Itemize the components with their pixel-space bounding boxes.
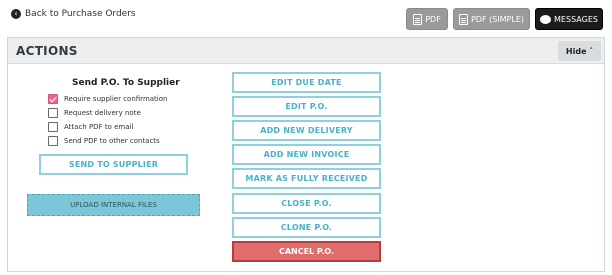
option-label: Request delivery note [64, 109, 141, 117]
actions-panel: ACTIONS Hide ˄ Send P.O. To Supplier Req… [7, 37, 605, 272]
option-attach-pdf[interactable]: Attach PDF to email [48, 122, 133, 132]
pdf-simple-button[interactable]: PDF (SIMPLE) [453, 8, 530, 30]
edit-due-date-button[interactable]: EDIT DUE DATE [232, 72, 381, 93]
checkbox-send-pdf-other[interactable] [48, 136, 58, 146]
chevron-up-icon: ˄ [589, 47, 594, 55]
checkbox-require-confirmation[interactable] [48, 94, 58, 104]
messages-button-label: MESSAGES [554, 14, 598, 24]
checkbox-attach-pdf[interactable] [48, 122, 58, 132]
back-to-purchase-orders-link[interactable]: ‹ Back to Purchase Orders [11, 9, 136, 19]
actions-panel-header: ACTIONS Hide ˄ [8, 38, 604, 64]
option-require-confirmation[interactable]: Require supplier confirmation [48, 94, 167, 104]
actions-title: ACTIONS [16, 44, 78, 58]
send-to-supplier-button[interactable]: SEND TO SUPPLIER [39, 154, 188, 175]
close-po-button[interactable]: CLOSE P.O. [232, 193, 381, 214]
option-request-delivery-note[interactable]: Request delivery note [48, 108, 141, 118]
option-label: Attach PDF to email [64, 123, 134, 131]
option-label: Require supplier confirmation [64, 95, 168, 103]
pdf-button-label: PDF [425, 14, 441, 24]
hide-button[interactable]: Hide ˄ [557, 41, 601, 61]
pdf-simple-button-label: PDF (SIMPLE) [470, 14, 525, 24]
option-send-pdf-other[interactable]: Send PDF to other contacts [48, 136, 160, 146]
hide-label: Hide [565, 46, 587, 56]
cancel-po-button[interactable]: CANCEL P.O. [232, 241, 381, 262]
pdf-button[interactable]: PDF [406, 8, 448, 30]
back-link-label: Back to Purchase Orders [25, 9, 136, 19]
edit-po-button[interactable]: EDIT P.O. [232, 96, 381, 117]
send-po-title: Send P.O. To Supplier [72, 78, 180, 88]
mark-fully-received-button[interactable]: MARK AS FULLY RECEIVED [232, 168, 381, 189]
messages-button[interactable]: MESSAGES [535, 8, 603, 30]
add-new-invoice-button[interactable]: ADD NEW INVOICE [232, 144, 381, 165]
top-bar: ‹ Back to Purchase Orders PDF PDF (SIMPL… [0, 0, 612, 34]
clone-po-button[interactable]: CLONE P.O. [232, 217, 381, 238]
pdf-icon [458, 13, 468, 25]
message-bubble-icon [540, 14, 552, 24]
upload-internal-files-button[interactable]: UPLOAD INTERNAL FILES [27, 194, 200, 216]
arrow-left-circle-icon: ‹ [11, 9, 21, 19]
option-label: Send PDF to other contacts [64, 137, 160, 145]
add-new-delivery-button[interactable]: ADD NEW DELIVERY [232, 120, 381, 141]
pdf-icon [413, 13, 423, 25]
checkbox-request-delivery-note[interactable] [48, 108, 58, 118]
